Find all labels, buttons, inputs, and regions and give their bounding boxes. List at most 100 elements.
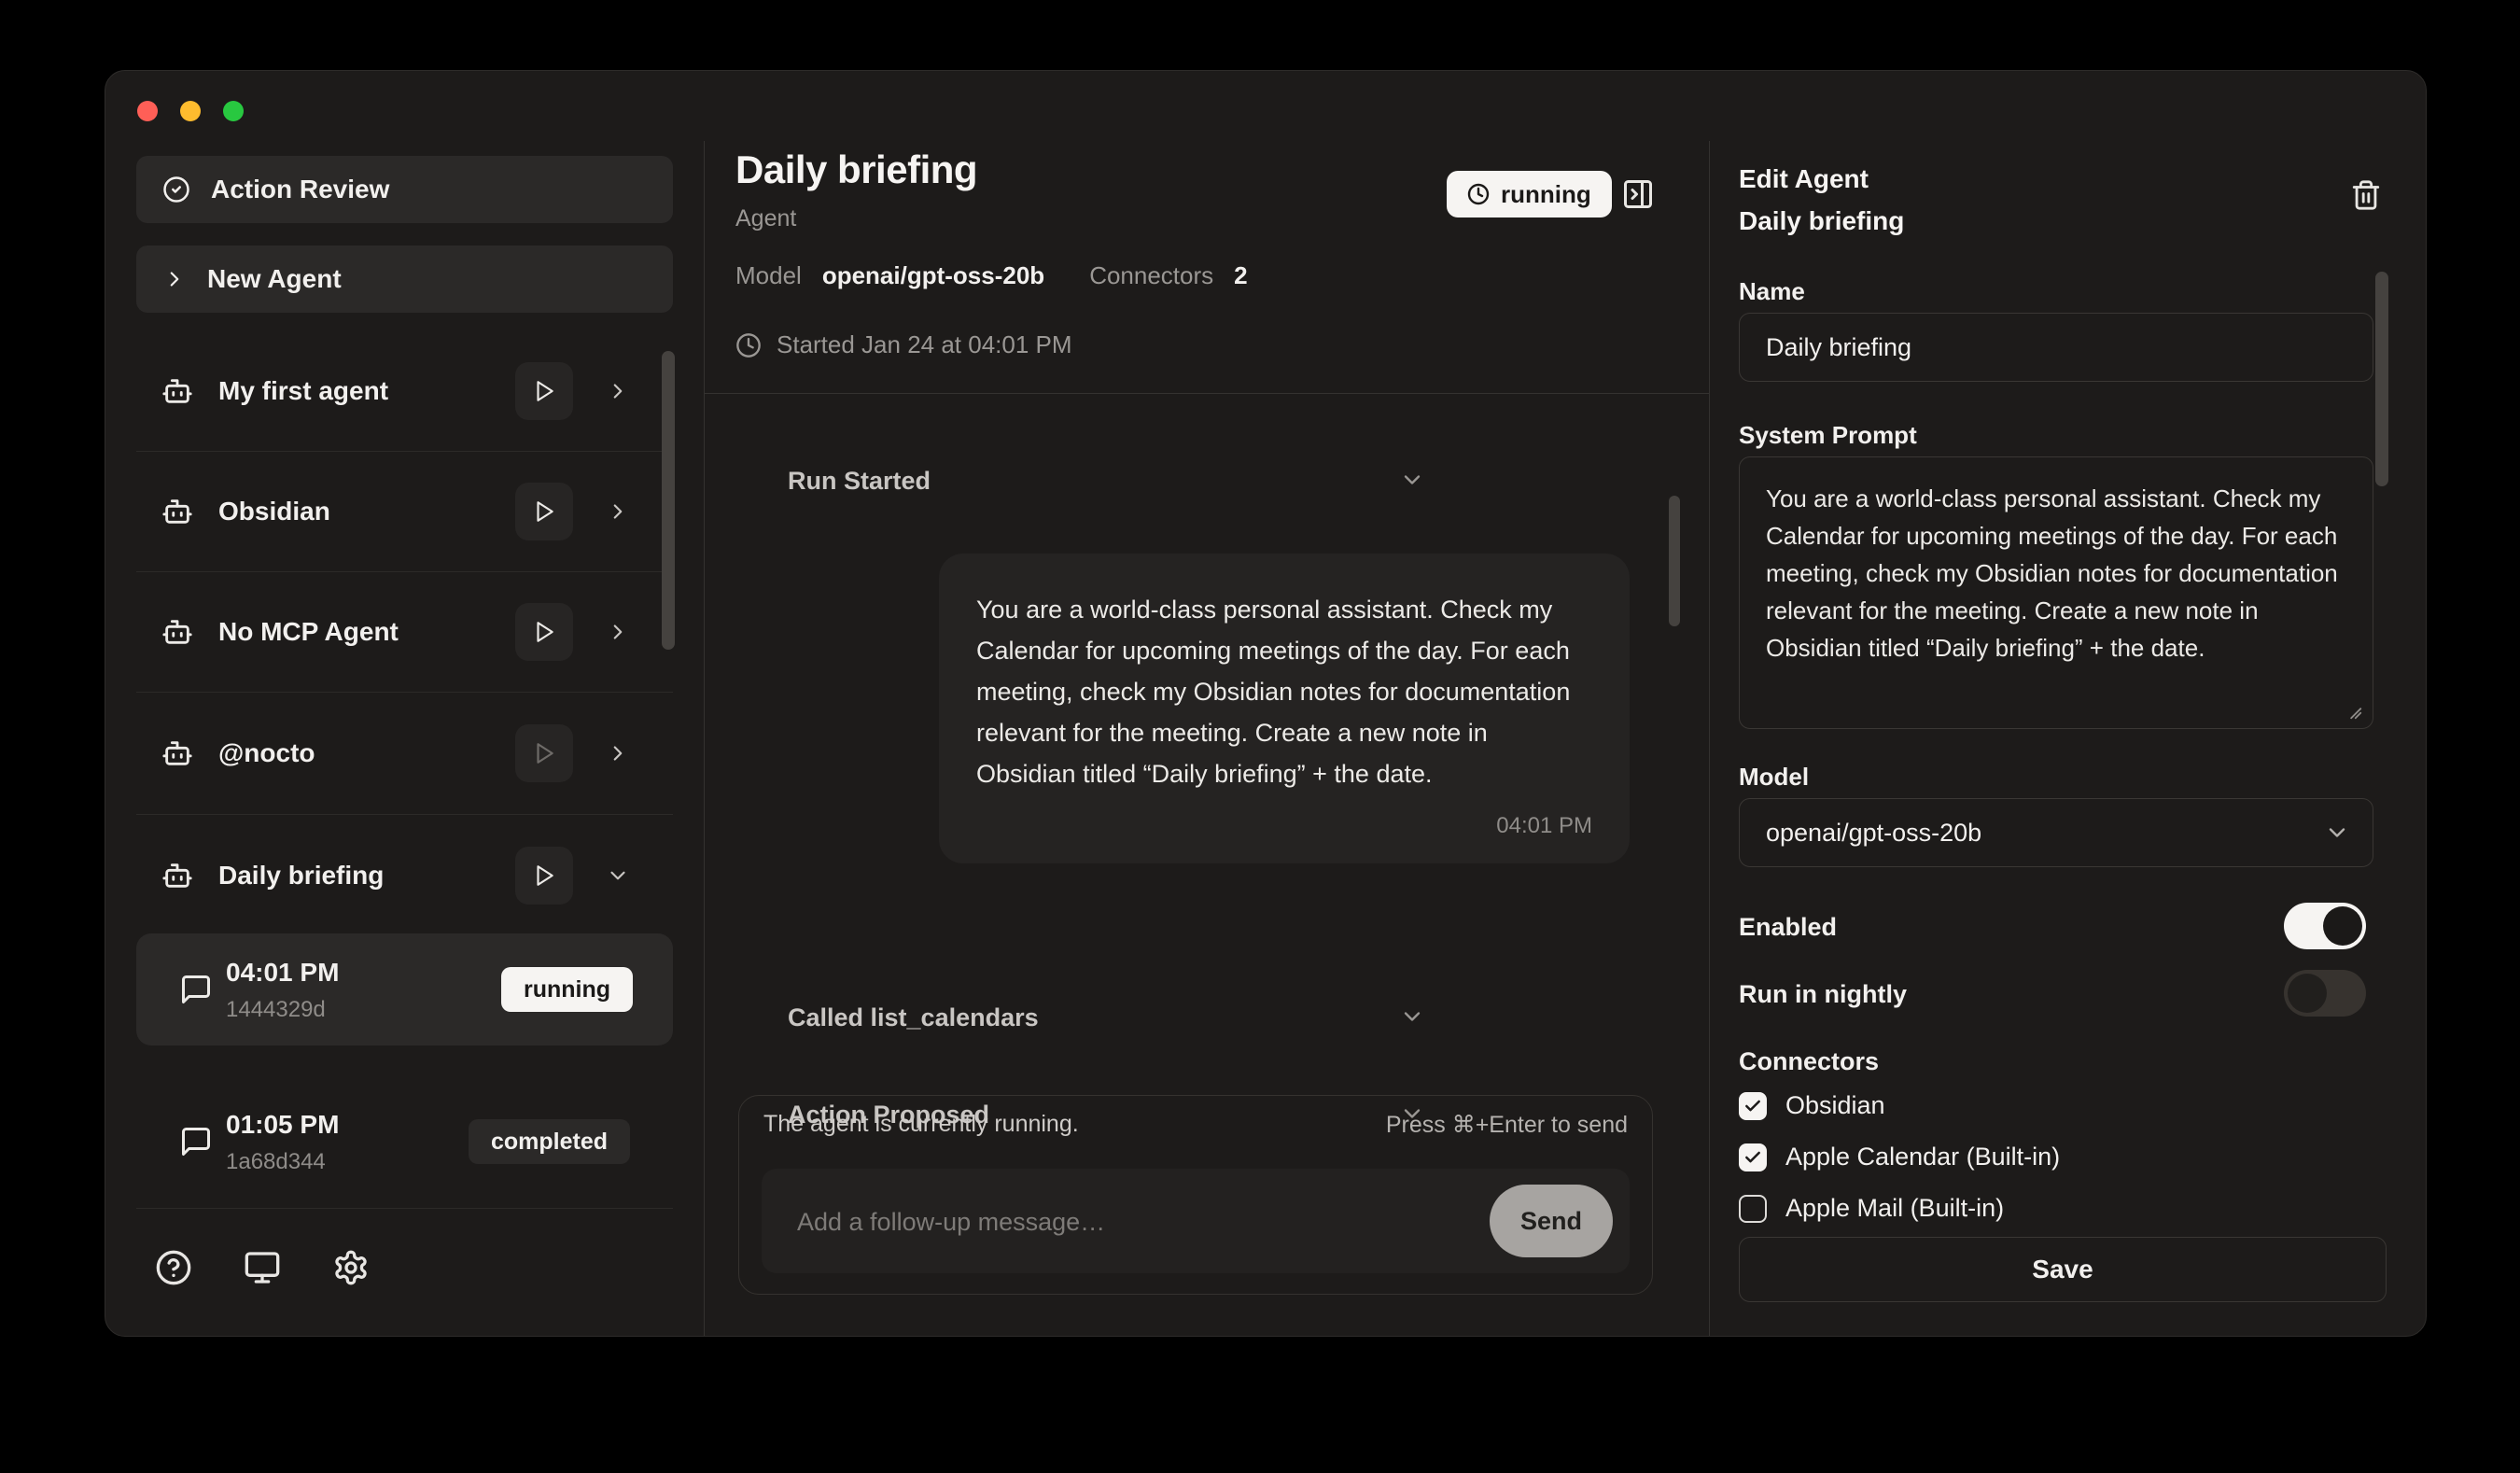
edit-agent-name-heading: Daily briefing [1739,206,1904,236]
agent-name: Daily briefing [218,861,384,891]
sidebar: Action Review New Agent My first agent O… [105,71,704,1336]
enabled-label: Enabled [1739,913,1837,942]
check-icon [1743,1148,1762,1167]
help-icon[interactable] [155,1249,192,1286]
connector-obsidian[interactable]: Obsidian [1739,1091,1885,1120]
run-agent-button[interactable] [515,483,573,540]
toggle-knob [2288,974,2327,1013]
sidebar-scrollbar[interactable] [662,351,675,650]
send-button[interactable]: Send [1490,1185,1613,1257]
connector-apple-calendar[interactable]: Apple Calendar (Built-in) [1739,1143,2060,1171]
edit-agent-scroll-area: Edit Agent Daily briefing Name System Pr… [1709,71,2426,1286]
header-divider [704,393,1709,394]
run-view-scrollbar[interactable] [1669,496,1680,626]
model-value: openai/gpt-oss-20b [822,261,1044,290]
connectors-label: Connectors [1739,1047,1879,1076]
page-title: Daily briefing [735,147,977,192]
session-row-0401pm[interactable]: 04:01 PM 1444329d running [136,933,673,1045]
play-icon [532,741,556,765]
message-timestamp: 04:01 PM [976,813,1592,839]
name-label: Name [1739,277,1805,306]
model-label: Model [735,261,802,290]
agent-name: @nocto [218,738,315,768]
bot-icon [161,860,193,891]
checkbox-checked[interactable] [1739,1143,1767,1171]
divider [136,571,673,572]
running-status-label: running [1501,180,1591,209]
chevron-down-icon [2324,820,2350,846]
trash-icon[interactable] [2350,179,2382,211]
checkbox-unchecked[interactable] [1739,1195,1767,1223]
run-agent-button[interactable] [515,362,573,420]
running-status-badge: running [1447,171,1612,217]
page-subtitle: Agent [735,205,796,232]
agent-name: My first agent [218,376,388,406]
enabled-toggle[interactable] [2284,903,2366,949]
agent-name: No MCP Agent [218,617,399,647]
clock-icon [735,332,762,358]
play-icon [532,499,556,524]
session-time: 01:05 PM [226,1110,339,1140]
save-button[interactable]: Save [1739,1237,2387,1302]
sidebar-item-nocto[interactable]: @nocto [136,720,673,787]
desktop-background: Action Review New Agent My first agent O… [0,0,2520,1473]
gear-icon[interactable] [332,1249,370,1286]
status-badge: completed [469,1119,630,1164]
connectors-count: 2 [1234,261,1247,290]
sidebar-item-no-mcp-agent[interactable]: No MCP Agent [136,598,673,666]
status-badge: running [501,967,633,1012]
chevron-right-icon [162,267,187,291]
run-agent-button[interactable] [515,847,573,905]
run-agent-button[interactable] [515,603,573,661]
run-in-nightly-label: Run in nightly [1739,980,1907,1009]
model-select[interactable]: openai/gpt-oss-20b [1739,798,2373,867]
circle-check-icon [162,175,190,203]
started-timestamp: Started Jan 24 at 04:01 PM [735,330,1072,359]
send-shortcut-hint: Press ⌘+Enter to send [1386,1111,1628,1139]
run-view: Daily briefing Agent running Model opena… [704,71,1709,1336]
sidebar-item-obsidian[interactable]: Obsidian [136,478,673,545]
toggle-knob [2323,906,2362,946]
play-icon [532,379,556,403]
connectors-label: Connectors [1089,261,1213,290]
action-review-button[interactable]: Action Review [136,156,673,223]
chevron-right-icon[interactable] [606,620,630,644]
sidebar-item-daily-briefing[interactable]: Daily briefing [136,842,673,909]
action-review-label: Action Review [211,175,389,204]
session-row-0105pm[interactable]: 01:05 PM 1a68d344 completed [136,1086,673,1198]
run-meta: Model openai/gpt-oss-20b Connectors 2 [735,261,1248,290]
chevron-down-icon[interactable] [1399,1003,1425,1030]
divider [136,1208,673,1209]
panel-right-close-icon[interactable] [1621,177,1655,211]
bot-icon [161,737,193,769]
session-id: 1a68d344 [226,1149,326,1175]
chevron-right-icon[interactable] [606,379,630,403]
resize-handle-icon[interactable] [2343,700,2363,721]
sidebar-item-my-first-agent[interactable]: My first agent [136,358,673,425]
chevron-down-icon[interactable] [606,863,630,888]
model-select-value: openai/gpt-oss-20b [1766,819,1981,848]
message-square-icon [179,1125,213,1158]
monitor-icon[interactable] [244,1249,281,1286]
checkbox-checked[interactable] [1739,1092,1767,1120]
message-text: You are a world-class personal assistant… [976,589,1592,794]
run-in-nightly-toggle[interactable] [2284,970,2366,1017]
edit-panel-scrollbar[interactable] [2375,272,2388,486]
name-field[interactable] [1739,313,2373,382]
session-time: 04:01 PM [226,958,339,988]
chevron-right-icon[interactable] [606,499,630,524]
composer: The agent is currently running. Press ⌘+… [738,1095,1653,1295]
new-agent-label: New Agent [207,264,342,294]
agent-status-text: The agent is currently running. [763,1111,1079,1138]
divider [136,814,673,815]
chevron-right-icon[interactable] [606,741,630,765]
follow-up-input[interactable] [795,1169,1452,1275]
system-prompt-textarea[interactable]: You are a world-class personal assistant… [1739,456,2373,729]
play-icon [532,863,556,888]
chevron-down-icon[interactable] [1399,467,1425,493]
edit-agent-title: Edit Agent [1739,164,1869,194]
edit-agent-panel: Edit Agent Daily briefing Name System Pr… [1709,71,2426,1336]
new-agent-button[interactable]: New Agent [136,246,673,313]
connector-apple-mail[interactable]: Apple Mail (Built-in) [1739,1194,2004,1223]
follow-up-input-container: Send [762,1169,1630,1273]
